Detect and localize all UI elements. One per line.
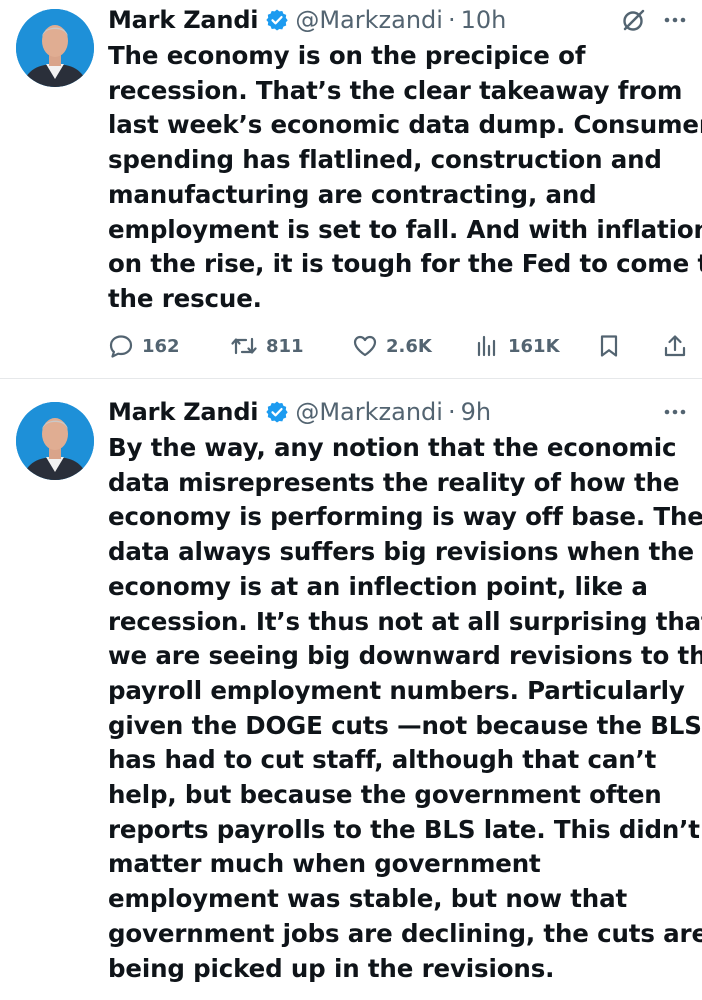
avatar[interactable] bbox=[16, 402, 94, 480]
tweet-text-line: data misrepresents the reality of how th… bbox=[108, 467, 680, 497]
author-name[interactable]: Mark Zandi bbox=[108, 398, 259, 426]
tweet-text-line: the rescue. bbox=[108, 283, 262, 313]
grok-icon[interactable] bbox=[620, 6, 648, 34]
tweet-text-line: employment was stable, but now that bbox=[108, 884, 628, 914]
author-handle[interactable]: @Markzandi bbox=[295, 398, 443, 426]
tweet-text-line: reports payrolls to the BLS late. This d… bbox=[108, 814, 700, 844]
tweet-header: Mark Zandi @Markzandi · 9h bbox=[108, 395, 688, 429]
separator-dot: · bbox=[447, 398, 456, 426]
views-icon bbox=[477, 335, 496, 357]
tweet-text-line: economy is performing is way off base. T… bbox=[108, 502, 702, 532]
tweet-text-line: government jobs are declining, the cuts … bbox=[108, 918, 702, 948]
tweet-text-line: data always suffers big revisions when t… bbox=[108, 537, 694, 567]
tweet-text-line: employment is set to fall. And with infl… bbox=[108, 214, 702, 244]
tweet-text-line: on the rise, it is tough for the Fed to … bbox=[108, 249, 702, 279]
like-count: 2.6K bbox=[386, 335, 432, 357]
repost-count: 811 bbox=[266, 335, 304, 357]
tweet-text-line: recession. That’s the clear takeaway fro… bbox=[108, 75, 683, 105]
avatar-photo bbox=[16, 9, 94, 87]
tweet-text-line: we are seeing big downward revisions to … bbox=[108, 641, 702, 671]
more-icon[interactable] bbox=[662, 7, 688, 33]
tweet-1[interactable]: Mark Zandi @Markzandi · 10h The economy … bbox=[0, 0, 702, 378]
author-name[interactable]: Mark Zandi bbox=[108, 6, 259, 34]
author-handle[interactable]: @Markzandi bbox=[295, 6, 443, 34]
share-button[interactable] bbox=[662, 328, 688, 364]
tweet-text-line: By the way, any notion that the economic bbox=[108, 433, 677, 462]
repost-icon bbox=[231, 337, 257, 355]
verified-badge-icon bbox=[265, 400, 289, 424]
tweet-text-line: economy is at an inflection point, like … bbox=[108, 571, 648, 601]
action-bar: 162 811 2.6K 161K bbox=[108, 328, 688, 364]
bookmark-icon bbox=[600, 335, 618, 357]
reply-count: 162 bbox=[142, 335, 180, 357]
share-icon bbox=[664, 335, 686, 357]
reply-icon bbox=[109, 335, 133, 358]
heart-icon bbox=[353, 335, 377, 357]
bookmark-button[interactable] bbox=[596, 328, 622, 364]
tweet-text-line: last week’s economic data dump. Consumer bbox=[108, 110, 702, 140]
avatar[interactable] bbox=[16, 9, 94, 87]
tweet-text-line: recession. It’s thus not at all surprisi… bbox=[108, 606, 702, 636]
tweet-text: By the way, any notion that the economic… bbox=[108, 431, 702, 986]
avatar-photo bbox=[16, 402, 94, 480]
timestamp[interactable]: 10h bbox=[461, 6, 507, 34]
tweet-text-line: matter much when government bbox=[108, 849, 541, 879]
separator-dot: · bbox=[447, 6, 456, 34]
tweet-text-line: help, but because the government often bbox=[108, 780, 662, 810]
views-button[interactable]: 161K bbox=[474, 328, 560, 364]
tweet-text: The economy is on the precipice of reces… bbox=[108, 39, 702, 317]
verified-badge-icon bbox=[265, 8, 289, 32]
like-button[interactable]: 2.6K bbox=[352, 328, 432, 364]
view-count: 161K bbox=[508, 335, 560, 357]
tweet-header: Mark Zandi @Markzandi · 10h bbox=[108, 3, 688, 37]
tweet-text-line: has had to cut staff, although that can’… bbox=[108, 745, 657, 775]
tweet-text-line: payroll employment numbers. Particularly bbox=[108, 675, 685, 705]
timestamp[interactable]: 9h bbox=[461, 398, 491, 426]
more-icon[interactable] bbox=[662, 399, 688, 425]
repost-button[interactable]: 811 bbox=[230, 328, 304, 364]
reply-button[interactable]: 162 bbox=[108, 328, 180, 364]
tweet-text-line: spending has flatlined, construction and bbox=[108, 145, 662, 175]
tweet-2[interactable]: Mark Zandi @Markzandi · 9h By the way, a… bbox=[0, 380, 702, 1000]
tweet-text-line: manufacturing are contracting, and bbox=[108, 179, 597, 209]
tweet-divider bbox=[0, 378, 702, 379]
tweet-text-line: The economy is on the precipice of bbox=[108, 41, 586, 70]
tweet-text-line: given the DOGE cuts —not because the BLS bbox=[108, 710, 702, 740]
tweet-text-line: being picked up in the revisions. bbox=[108, 953, 555, 983]
